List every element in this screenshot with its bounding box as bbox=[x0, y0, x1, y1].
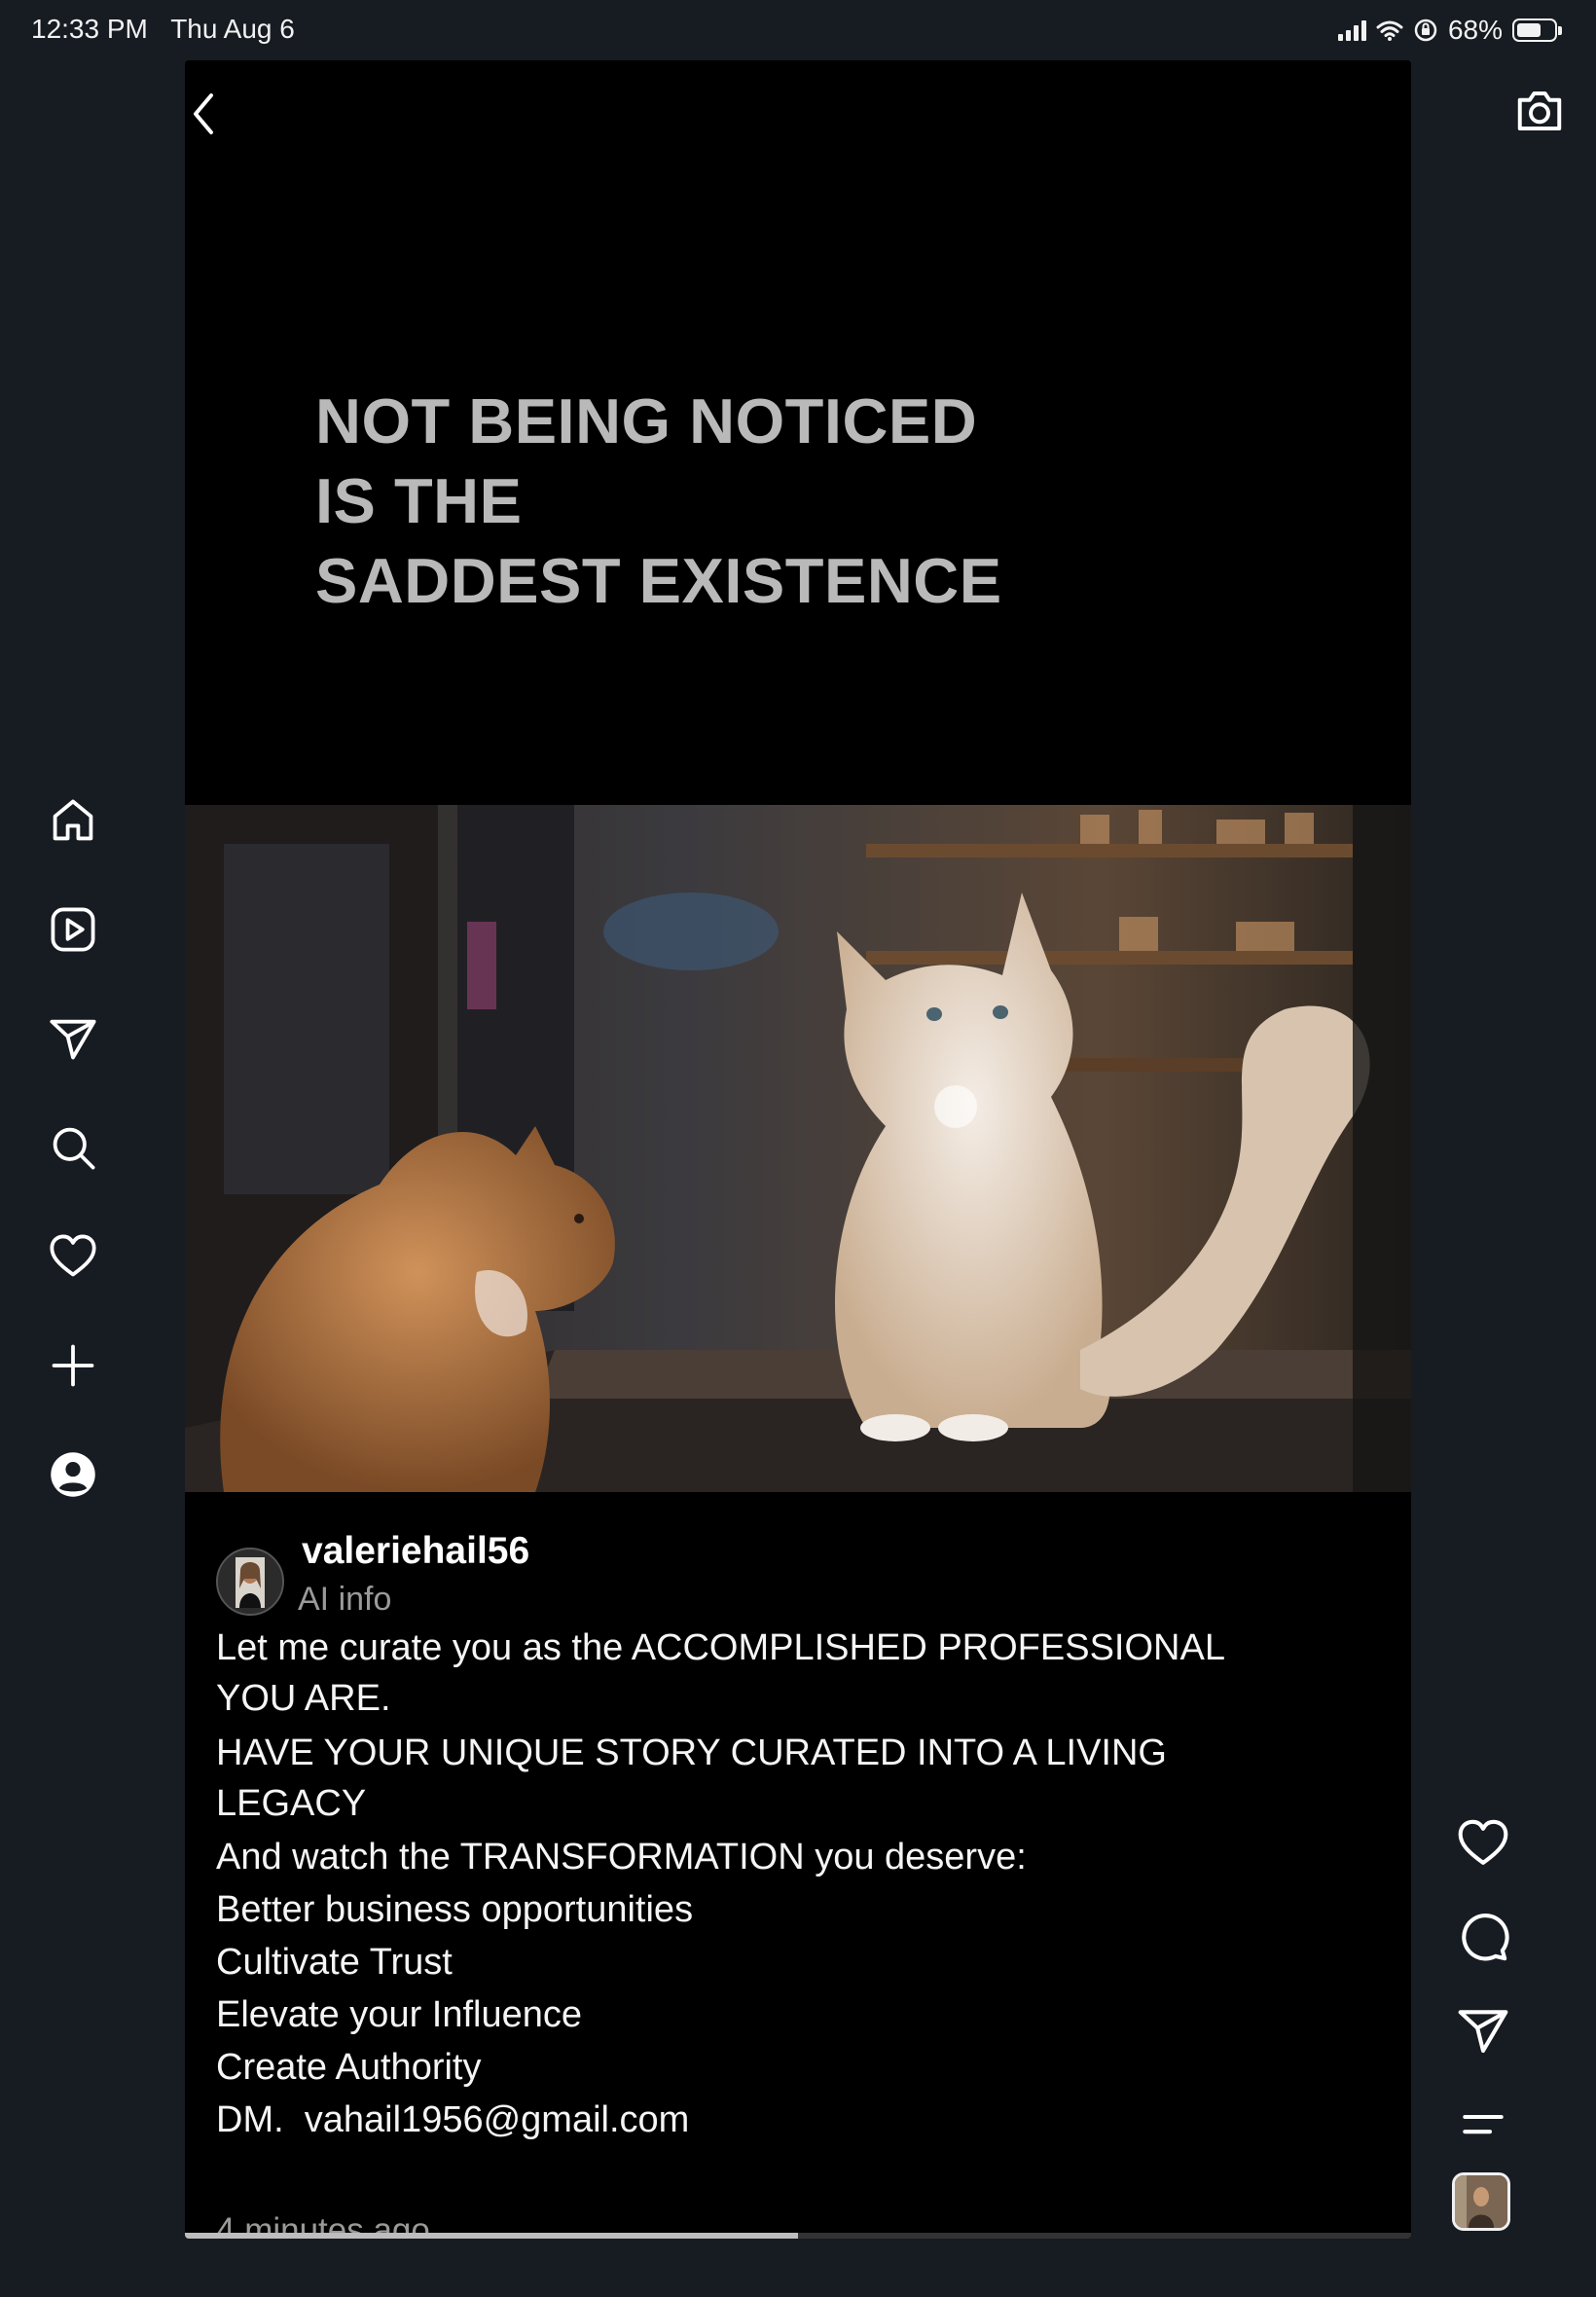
wifi-icon bbox=[1376, 20, 1403, 41]
orientation-lock-icon bbox=[1414, 18, 1437, 42]
sidebar-item-create[interactable] bbox=[39, 1331, 107, 1400]
status-indicators: 68% bbox=[1337, 14, 1562, 47]
comment-button[interactable] bbox=[1450, 1904, 1516, 1970]
search-icon bbox=[53, 1127, 95, 1170]
share-button[interactable] bbox=[1450, 1997, 1516, 2063]
battery-icon bbox=[1512, 18, 1562, 42]
sidebar-nav bbox=[39, 786, 107, 1550]
back-button[interactable] bbox=[185, 80, 224, 148]
caption-line: Create Authority bbox=[216, 2047, 482, 2088]
avatar[interactable] bbox=[216, 1548, 284, 1616]
more-button[interactable] bbox=[1450, 2091, 1516, 2157]
sidebar-item-notifications[interactable] bbox=[39, 1222, 107, 1291]
playback-progress-fill bbox=[185, 2233, 798, 2239]
home-icon bbox=[53, 799, 93, 841]
like-button[interactable] bbox=[1450, 1810, 1516, 1877]
caption-line: HAVE YOUR UNIQUE STORY CURATED INTO A LI… bbox=[216, 1732, 1167, 1824]
post-headline: NOT BEING NOTICED IS THE SADDEST EXISTEN… bbox=[315, 385, 1002, 616]
audio-thumbnail[interactable] bbox=[1452, 2172, 1510, 2231]
heart-icon bbox=[50, 1234, 96, 1277]
battery-percent: 68% bbox=[1447, 15, 1503, 45]
cellular-signal-icon bbox=[1337, 19, 1366, 41]
post-caption: Let me curate you as the ACCOMPLISHED PR… bbox=[216, 1622, 1248, 2144]
caption-line: Elevate your Influence bbox=[216, 1994, 583, 2035]
reel-post[interactable]: NOT BEING NOTICED IS THE SADDEST EXISTEN… bbox=[185, 60, 1411, 2239]
caption-line: And watch the TRANSFORMATION you deserve… bbox=[216, 1837, 1027, 1878]
send-icon bbox=[50, 1019, 96, 1060]
heart-icon bbox=[1458, 1819, 1508, 1865]
author-username[interactable]: valeriehail56 bbox=[302, 1530, 529, 1573]
caption-email-line[interactable]: DM. vahail1956@gmail.com bbox=[216, 2096, 1248, 2144]
chevron-left-icon bbox=[194, 93, 213, 134]
sidebar-item-messages[interactable] bbox=[39, 1004, 107, 1073]
plus-icon bbox=[52, 1344, 94, 1387]
caption-line: Better business opportunities bbox=[216, 1889, 694, 1930]
camera-icon bbox=[1517, 91, 1562, 130]
camera-button[interactable] bbox=[1510, 82, 1569, 140]
comment-icon bbox=[1462, 1914, 1509, 1961]
sidebar-item-home[interactable] bbox=[39, 786, 107, 855]
reel-actions bbox=[1450, 1810, 1516, 2184]
send-icon bbox=[1458, 2010, 1508, 2054]
more-icon bbox=[1463, 2114, 1504, 2134]
two-cats-photo bbox=[185, 805, 1411, 1492]
status-bar: 12:33 PM Thu Aug 6 68% bbox=[0, 0, 1596, 58]
sidebar-item-reels[interactable] bbox=[39, 895, 107, 964]
caption-line: Cultivate Trust bbox=[216, 1942, 453, 1983]
sidebar-item-search[interactable] bbox=[39, 1113, 107, 1182]
reels-icon bbox=[51, 907, 95, 952]
sidebar-item-profile[interactable] bbox=[39, 1440, 107, 1509]
ai-info-link[interactable]: AI info bbox=[298, 1581, 391, 1619]
playback-progress-bar[interactable] bbox=[185, 2233, 1411, 2239]
caption-line: Let me curate you as the ACCOMPLISHED PR… bbox=[216, 1627, 1224, 1719]
status-time-date: 12:33 PM Thu Aug 6 bbox=[31, 14, 295, 44]
profile-icon bbox=[51, 1452, 95, 1497]
